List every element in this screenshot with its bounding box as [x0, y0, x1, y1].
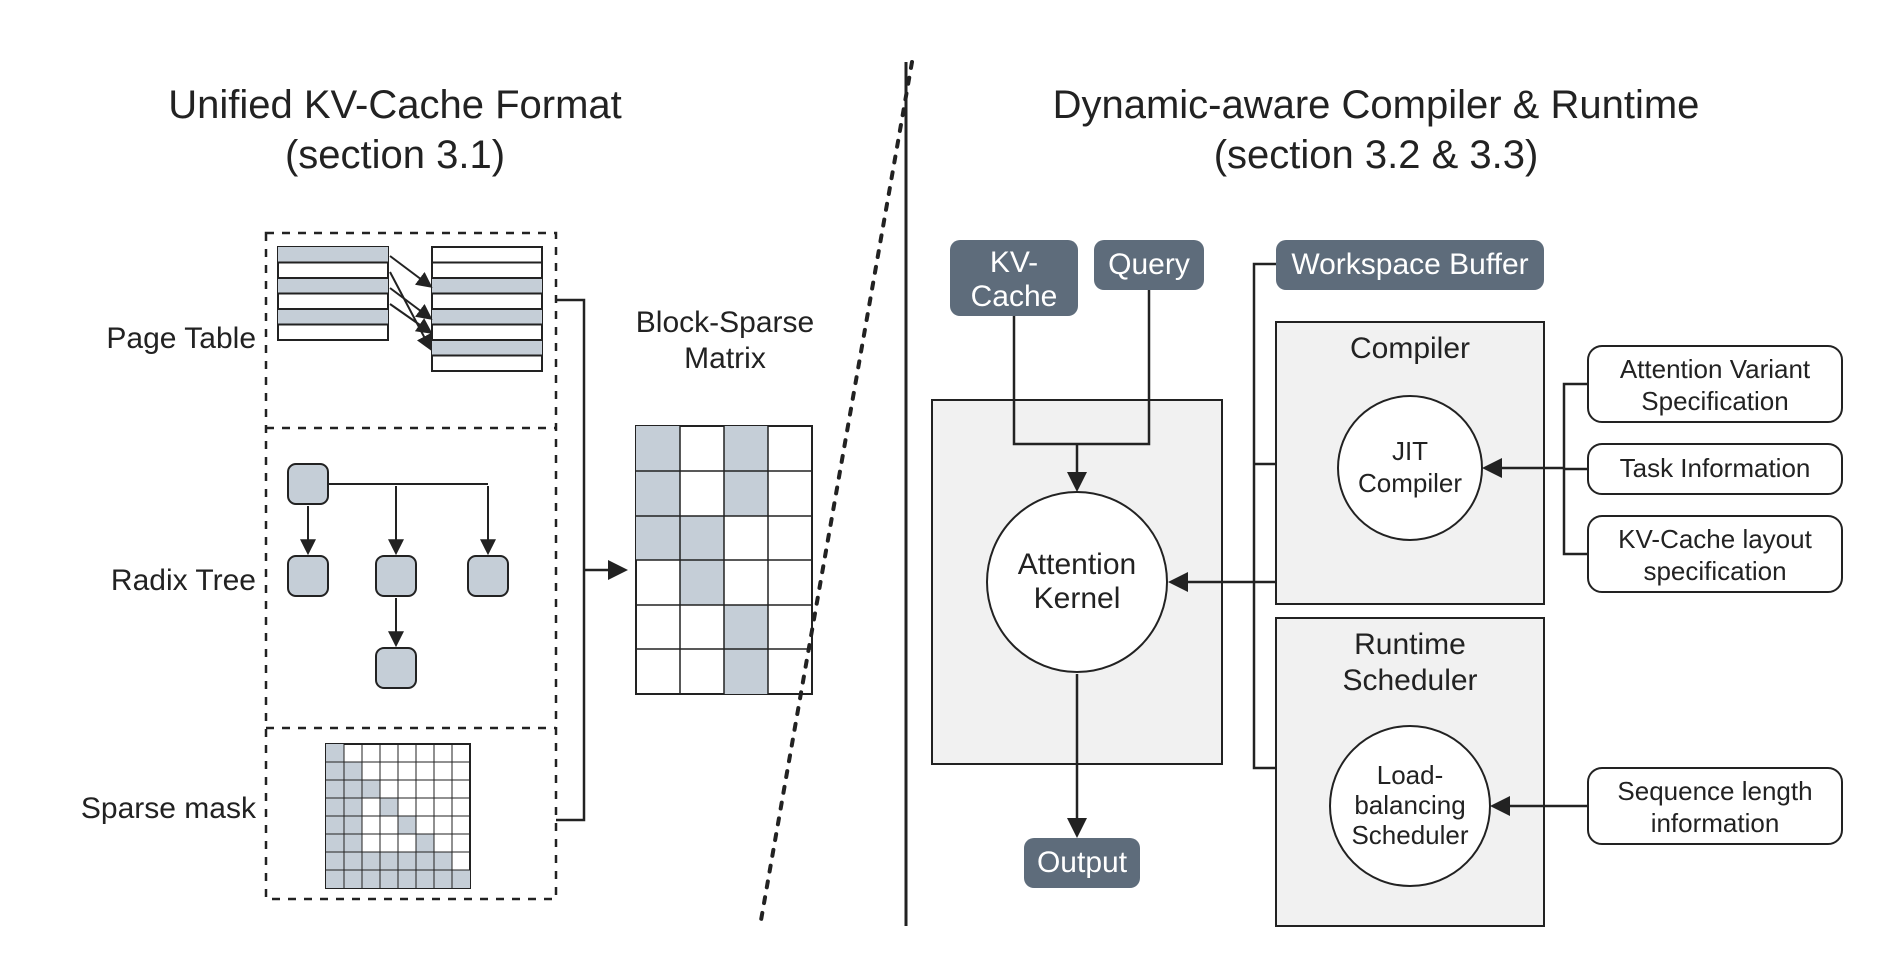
left-title-line1: Unified KV-Cache Format: [168, 83, 622, 127]
lb-text3: Scheduler: [1351, 820, 1468, 850]
attention-text2: Kernel: [1034, 582, 1121, 615]
page-table-label: Page Table: [106, 322, 256, 355]
block-sparse-matrix: [636, 426, 812, 694]
attention-text1: Attention: [1018, 548, 1136, 581]
left-bracket: [556, 300, 624, 820]
kv-cache-text2: Cache: [971, 280, 1058, 313]
attn-variant-text2: Specification: [1641, 386, 1788, 416]
sparse-mask-panel: Sparse mask: [81, 744, 470, 888]
seqlen-text2: information: [1651, 808, 1780, 838]
radix-tree-label: Radix Tree: [111, 564, 256, 597]
compiler-label: Compiler: [1350, 332, 1470, 365]
kvlayout-text2: specification: [1643, 556, 1786, 586]
runtime-label1: Runtime: [1354, 628, 1466, 661]
lb-text2: balancing: [1354, 790, 1465, 820]
page-table-panel: Page Table: [106, 247, 542, 371]
runtime-label2: Scheduler: [1342, 664, 1477, 697]
block-sparse-label2: Matrix: [684, 342, 766, 375]
workspace-buffer-text: Workspace Buffer: [1291, 248, 1528, 281]
right-title-line1: Dynamic-aware Compiler & Runtime: [1053, 83, 1700, 127]
kvlayout-text1: KV-Cache layout: [1618, 524, 1812, 554]
sparse-mask-label: Sparse mask: [81, 792, 257, 825]
attn-variant-text1: Attention Variant: [1620, 354, 1811, 384]
compiler-inputs-bracket: [1564, 384, 1588, 554]
kv-cache-text1: KV-: [990, 246, 1038, 279]
jit-text1: JIT: [1392, 436, 1428, 466]
query-text: Query: [1108, 248, 1190, 281]
jit-text2: Compiler: [1358, 468, 1462, 498]
block-sparse-label1: Block-Sparse: [636, 306, 814, 339]
seqlen-text1: Sequence length: [1617, 776, 1812, 806]
task-info-text: Task Information: [1620, 453, 1811, 483]
radix-tree-panel: Radix Tree: [111, 464, 508, 688]
lb-text1: Load-: [1377, 760, 1444, 790]
output-text: Output: [1037, 846, 1128, 879]
left-title-line2: (section 3.1): [285, 133, 505, 177]
right-title-line2: (section 3.2 & 3.3): [1214, 133, 1539, 177]
workspace-buffer-connector: [1254, 264, 1276, 768]
